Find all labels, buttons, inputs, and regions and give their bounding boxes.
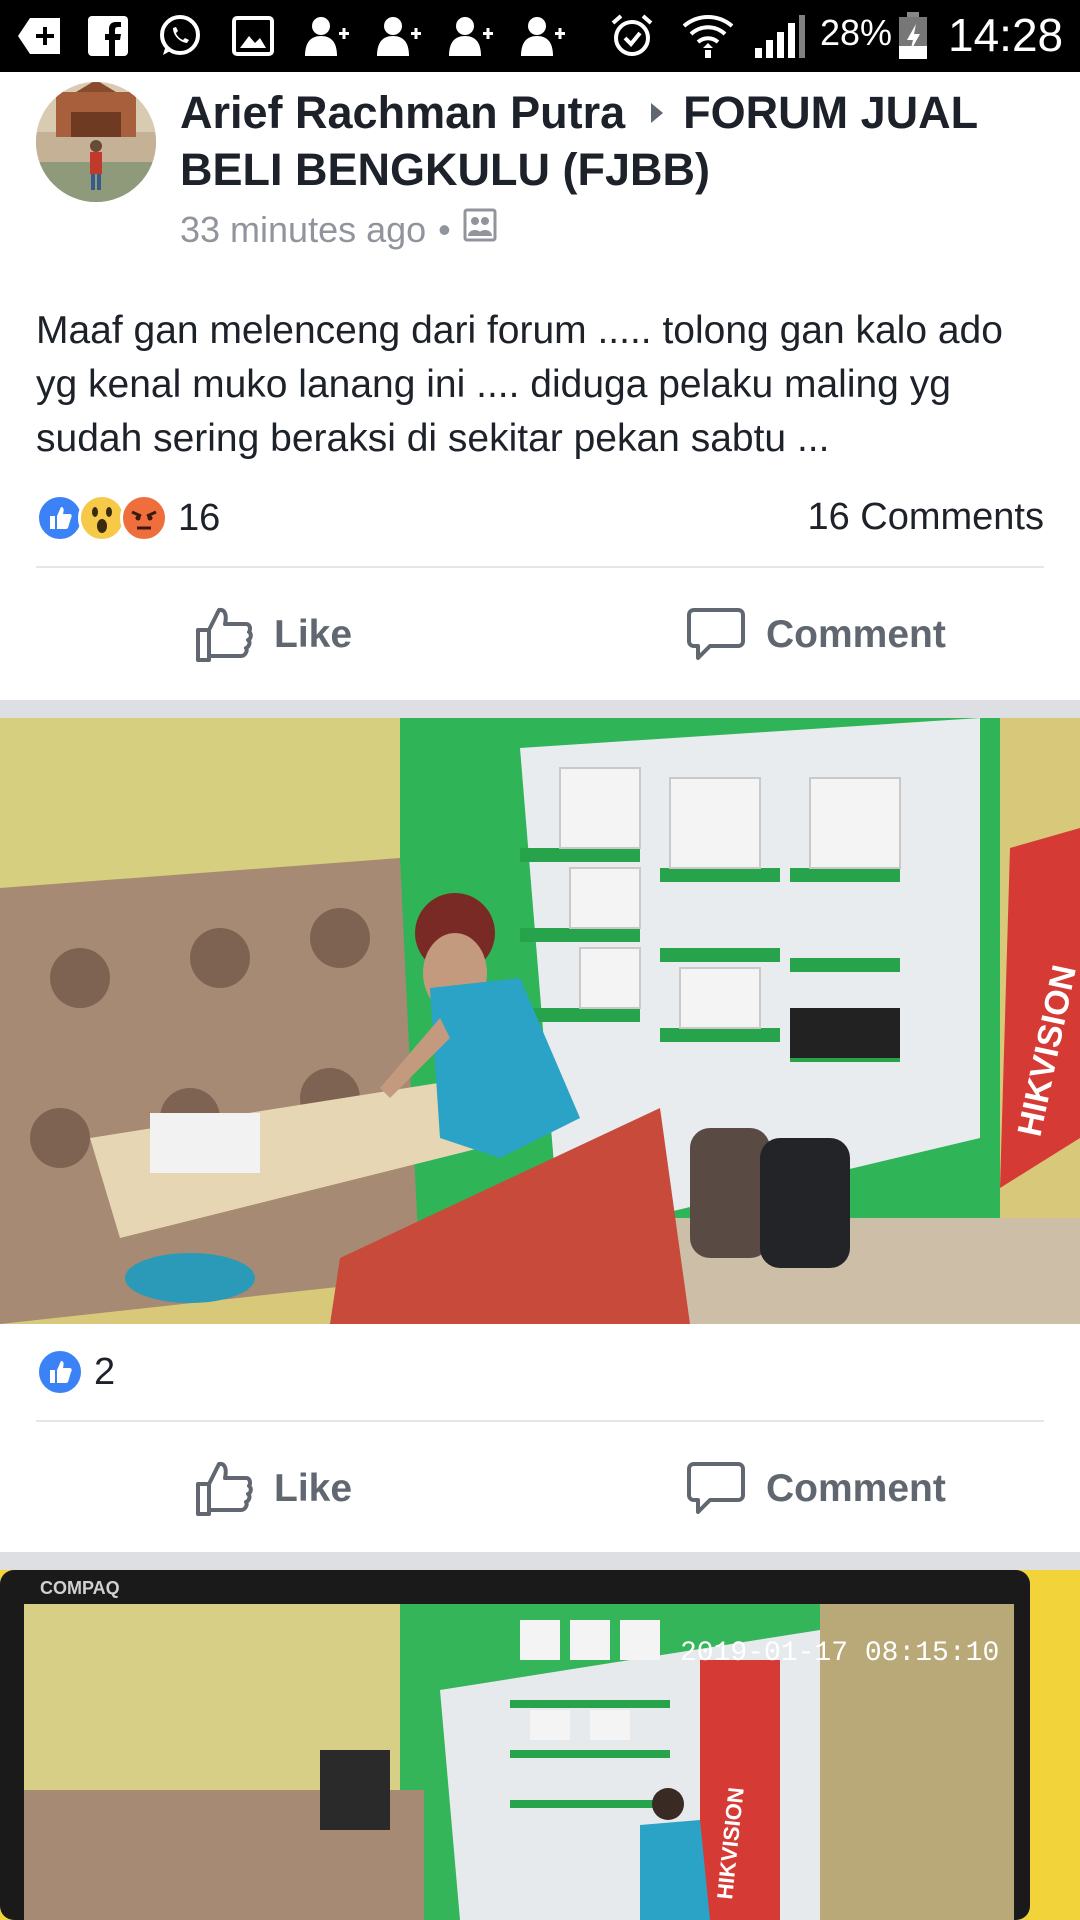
comments-count[interactable]: 16 Comments bbox=[807, 496, 1044, 539]
clock: 14:28 bbox=[948, 9, 1064, 61]
add-friend-icon bbox=[516, 14, 568, 58]
gallery-icon bbox=[230, 14, 276, 58]
like-reaction-icon bbox=[36, 1348, 84, 1396]
alarm-icon bbox=[608, 14, 656, 58]
post-photo-2[interactable]: COMPAQ 2019-01-17 08:15:10 HIKVISION bbox=[0, 1570, 1080, 1920]
wow-reaction-icon bbox=[78, 494, 126, 542]
add-friend-icon bbox=[300, 14, 352, 58]
photo-reaction-count: 2 bbox=[94, 1350, 116, 1393]
photo-like-button[interactable]: Like bbox=[194, 1460, 352, 1518]
thumbs-up-icon bbox=[196, 1461, 253, 1516]
like-label: Like bbox=[274, 613, 353, 656]
group-privacy-icon bbox=[463, 208, 497, 251]
like-button[interactable]: Like bbox=[194, 606, 352, 664]
post-timestamp[interactable]: 33 minutes ago bbox=[180, 209, 426, 251]
section-separator bbox=[0, 700, 1080, 718]
add-notification-icon bbox=[14, 14, 66, 58]
whatsapp-icon bbox=[156, 14, 204, 58]
like-label: Like bbox=[274, 1467, 353, 1510]
post-meta: 33 minutes ago • bbox=[180, 208, 497, 251]
signal-icon bbox=[752, 14, 806, 58]
divider bbox=[36, 566, 1044, 568]
caret-right-icon bbox=[651, 103, 664, 124]
post-author-line: Arief Rachman Putra FORUM JUAL BELI BENGK… bbox=[180, 84, 1040, 198]
status-bar: 28% 14:28 bbox=[0, 0, 1080, 72]
monitor-brand-label: COMPAQ bbox=[40, 1578, 120, 1598]
angry-reaction-icon bbox=[120, 494, 168, 542]
like-reaction-icon bbox=[36, 494, 84, 542]
battery-percent: 28% bbox=[820, 12, 893, 53]
comment-bubble-icon bbox=[687, 608, 745, 660]
comment-label: Comment bbox=[766, 613, 946, 656]
wifi-icon bbox=[680, 14, 736, 58]
add-friend-icon bbox=[444, 14, 496, 58]
comment-label: Comment bbox=[766, 1467, 946, 1510]
add-friend-icon bbox=[372, 14, 424, 58]
comment-button[interactable]: Comment bbox=[686, 606, 946, 664]
reactions-summary[interactable]: 16 bbox=[36, 492, 220, 544]
cctv-timestamp: 2019-01-17 08:15:10 bbox=[680, 1638, 999, 1669]
post-photo-1[interactable]: HIKVISION bbox=[0, 718, 1080, 1324]
meta-separator: • bbox=[438, 208, 451, 250]
comment-bubble-icon bbox=[687, 1462, 745, 1514]
section-separator bbox=[0, 1552, 1080, 1570]
post-body-text: Maaf gan melenceng dari forum ..... tolo… bbox=[36, 309, 1003, 460]
thumbs-up-icon bbox=[196, 607, 253, 662]
photo-reactions-summary[interactable]: 2 bbox=[36, 1346, 115, 1398]
reaction-count: 16 bbox=[178, 496, 221, 539]
battery-icon bbox=[896, 12, 930, 59]
facebook-icon bbox=[86, 14, 130, 58]
author-name[interactable]: Arief Rachman Putra bbox=[180, 87, 625, 138]
photo-comment-button[interactable]: Comment bbox=[686, 1460, 946, 1518]
divider bbox=[36, 1420, 1044, 1422]
author-avatar[interactable] bbox=[36, 82, 156, 202]
